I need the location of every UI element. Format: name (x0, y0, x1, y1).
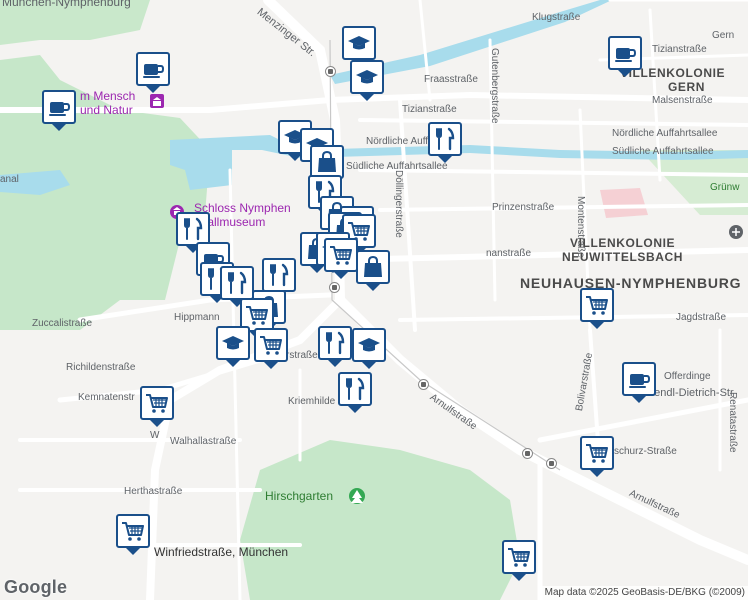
street-label: Jagdstraße (676, 312, 727, 323)
street-label: Offerdinge (664, 371, 711, 382)
fork-knife-icon (342, 376, 368, 402)
street-label: Herthastraße (124, 486, 183, 497)
street-label: Grünw (710, 182, 740, 193)
supermarket-marker[interactable] (254, 328, 288, 369)
street-label: Fraasstraße (424, 74, 478, 85)
cafe-marker[interactable] (136, 52, 170, 93)
tram-stop-icon[interactable] (325, 66, 336, 77)
restaurant-marker[interactable] (318, 326, 352, 367)
street-label: Prinzenstraße (492, 202, 555, 213)
shopping-cart-icon (120, 518, 146, 544)
street-label: Malsenstraße (652, 95, 713, 106)
district-label: NEUHAUSEN-NYMPHENBURG (520, 275, 742, 291)
street-label: Tizianstraße (402, 104, 457, 115)
hirschgarten-park (240, 440, 520, 600)
tram-stop-icon[interactable] (418, 379, 429, 390)
district-label: GERN (668, 80, 706, 94)
restaurant-marker[interactable] (338, 372, 372, 413)
street-label: nanstraße (486, 248, 532, 259)
restaurant-marker[interactable] (262, 258, 296, 299)
school-marker[interactable] (216, 326, 250, 367)
street-label: Renatastraße (727, 392, 738, 453)
shopping-cart-icon (244, 302, 270, 328)
graduation-cap-icon (220, 330, 246, 356)
street-label: rstraße (286, 350, 318, 361)
street-label: Richildenstraße (66, 362, 136, 373)
graduation-cap-icon (346, 30, 372, 56)
district-label: VILLENKOLONIE (570, 236, 676, 250)
map-canvas[interactable]: München-Nymphenburg Menzinger Str. Klugs… (0, 0, 748, 600)
cafe-marker[interactable] (608, 36, 642, 77)
street-label: Döllingerstraße (393, 170, 404, 238)
street-label: Tizianstraße (652, 44, 707, 55)
street-label: München-Nymphenburg (2, 0, 131, 9)
street-label: W (150, 430, 160, 441)
fork-knife-icon (266, 262, 292, 288)
street-label: Walhallastraße (170, 436, 237, 447)
street-label: Nördliche Auffahrtsallee (612, 128, 718, 139)
fork-knife-icon (322, 330, 348, 356)
street-label: Gern (712, 30, 735, 41)
museum-icon (150, 94, 164, 108)
graduation-cap-icon (354, 64, 380, 90)
supermarket-marker[interactable] (116, 514, 150, 555)
supermarket-marker[interactable] (502, 540, 536, 581)
shopping-cart-icon (584, 292, 610, 318)
shopping-cart-icon (584, 440, 610, 466)
supermarket-marker[interactable] (324, 238, 358, 279)
graduation-cap-icon (356, 332, 382, 358)
tram-stop-icon[interactable] (546, 458, 557, 469)
street-label: Klugstraße (532, 12, 581, 23)
street-label: Südliche Auffahrtsallee (612, 146, 714, 157)
google-logo: Google (4, 577, 68, 597)
street-label: Kriemhilde (288, 396, 336, 407)
tram-stop-icon[interactable] (329, 282, 340, 293)
street-label: Kemnatenstr (78, 392, 135, 403)
street-label: Hippmann (174, 312, 220, 323)
street-label: anal (0, 174, 19, 185)
shopping-cart-icon (144, 390, 170, 416)
district-label: NEUWITTELSBACH (562, 250, 684, 264)
shopping-bag-icon (314, 149, 340, 175)
street-label: Nördliche Auff (366, 136, 429, 147)
cafe-marker[interactable] (42, 90, 76, 131)
restaurant-marker[interactable] (428, 122, 462, 163)
poi-label[interactable]: und Natur (80, 104, 133, 117)
poi-label[interactable]: m Mensch (80, 90, 135, 103)
shopping-bag-icon (360, 254, 386, 280)
tram-stop-icon[interactable] (522, 448, 533, 459)
shopping-cart-icon (506, 544, 532, 570)
map-attribution[interactable]: Map data ©2025 GeoBasis-DE/BKG (©2009) (541, 586, 748, 600)
school-marker[interactable] (350, 60, 384, 101)
supermarket-marker[interactable] (580, 288, 614, 329)
shop-marker[interactable] (310, 145, 344, 186)
school-marker[interactable] (352, 328, 386, 369)
coffee-cup-icon (140, 56, 166, 82)
street-label: Winfriedstraße, München (154, 545, 289, 559)
street-label: Wendl-Dietrich-Str (644, 387, 734, 399)
shop-marker[interactable] (356, 250, 390, 291)
fork-knife-icon (180, 216, 206, 242)
street-label: schurz-Straße (614, 446, 677, 457)
supermarket-marker[interactable] (580, 436, 614, 477)
fork-knife-icon (432, 126, 458, 152)
shopping-cart-icon (258, 332, 284, 358)
street-label: Gutenbergstraße (489, 48, 500, 124)
street-label: Zuccalistraße (32, 318, 93, 329)
coffee-cup-icon (46, 94, 72, 120)
supermarket-marker[interactable] (140, 386, 174, 427)
restaurant-marker[interactable] (220, 266, 254, 307)
coffee-cup-icon (612, 40, 638, 66)
park-east (600, 188, 648, 218)
school-marker[interactable] (342, 26, 376, 67)
cafe-marker[interactable] (622, 362, 656, 403)
poi-label[interactable]: Hirschgarten (265, 490, 333, 503)
tree-icon (349, 488, 365, 504)
fork-knife-icon (224, 270, 250, 296)
shopping-cart-icon (328, 242, 354, 268)
restaurant-marker[interactable] (176, 212, 210, 253)
coffee-cup-icon (626, 366, 652, 392)
